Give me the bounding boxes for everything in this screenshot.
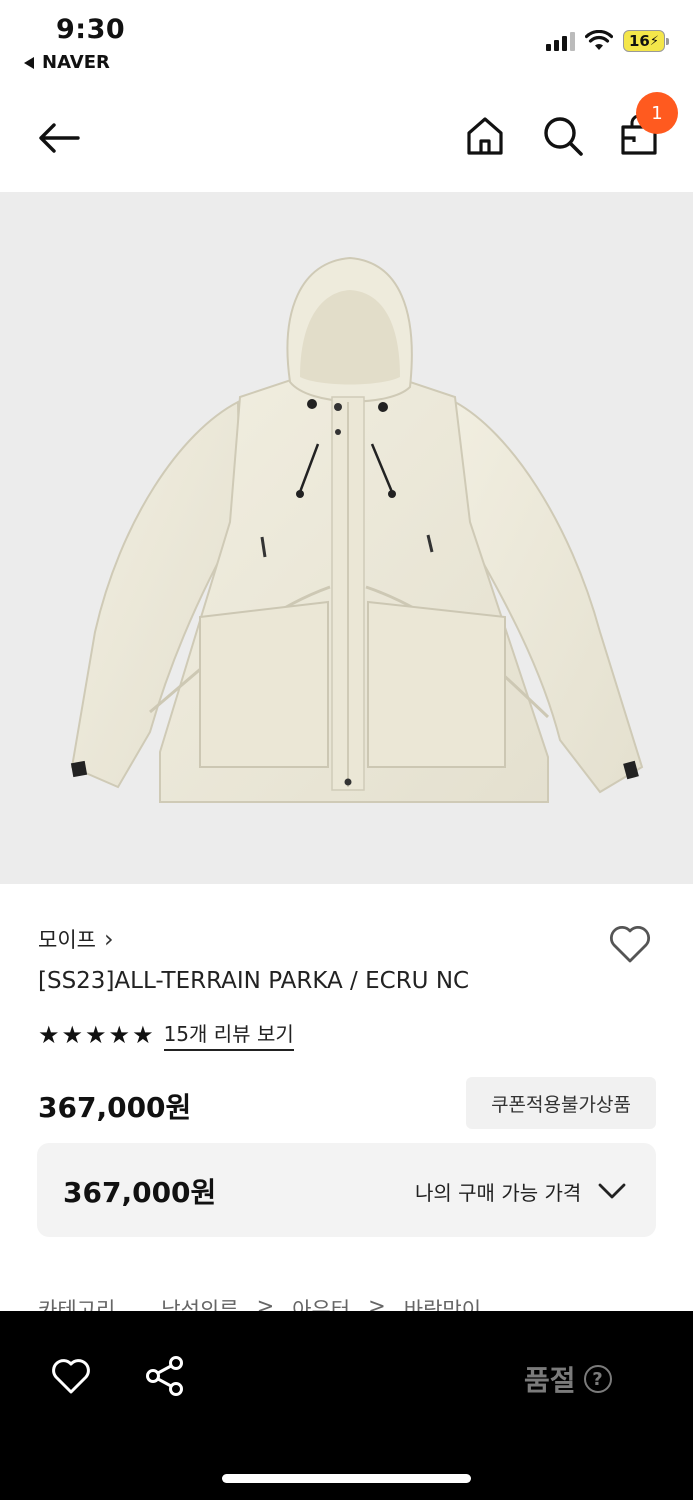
- my-price-value: 367,000원: [63, 1176, 217, 1209]
- arrow-left-icon[interactable]: [34, 113, 84, 163]
- category-item[interactable]: 남성의류: [161, 1296, 238, 1312]
- share-icon[interactable]: [142, 1353, 188, 1399]
- cart-count-badge: 1: [636, 92, 678, 134]
- home-icon[interactable]: [462, 113, 508, 159]
- status-time: 9:30: [56, 14, 126, 45]
- status-indicators: 16 ⚡: [546, 30, 669, 52]
- review-link[interactable]: 15개 리뷰 보기: [163, 1018, 294, 1051]
- battery-icon: 16 ⚡: [623, 30, 669, 52]
- category-label: 카테고리: [38, 1298, 116, 1312]
- category-item[interactable]: 바람막이: [404, 1296, 481, 1312]
- top-navigation: [0, 95, 693, 180]
- soldout-label: 품절: [524, 1364, 576, 1397]
- soldout-status: 품절 ?: [524, 1359, 612, 1399]
- status-bar: 9:30 NAVER 16 ⚡: [0, 0, 693, 90]
- help-icon[interactable]: ?: [583, 1365, 612, 1393]
- star-icon: ★: [61, 1020, 84, 1049]
- category-breadcrumb: 카테고리 남성의류 > 아우터 > 바람막이: [38, 1296, 481, 1312]
- product-price: 367,000원: [38, 1091, 192, 1124]
- chevron-right-icon: ›: [103, 925, 114, 953]
- parka-jacket-image: [70, 256, 644, 803]
- my-price-label: 나의 구매 가능 가격: [415, 1181, 582, 1205]
- heart-outline-icon[interactable]: [48, 1353, 94, 1399]
- home-indicator: [222, 1474, 471, 1483]
- bottom-action-bar: 품절 ?: [0, 1311, 693, 1500]
- product-image[interactable]: [0, 192, 693, 884]
- star-icon: ★: [108, 1020, 131, 1049]
- wifi-icon: [585, 30, 613, 50]
- rating-stars: ★ ★ ★ ★ ★: [38, 1023, 154, 1047]
- back-to-app-link[interactable]: NAVER: [24, 52, 110, 73]
- back-app-label: NAVER: [42, 52, 110, 73]
- breadcrumb-separator: >: [368, 1296, 386, 1312]
- star-icon: ★: [132, 1020, 154, 1049]
- coupon-status-chip: 쿠폰적용불가상품: [466, 1077, 656, 1129]
- chevron-down-icon: [598, 1183, 626, 1199]
- brand-name: 모이프: [38, 928, 96, 952]
- brand-link[interactable]: 모이프 ›: [38, 924, 114, 954]
- signal-icon: [546, 31, 575, 51]
- product-title: [SS23]ALL-TERRAIN PARKA / ECRU NC: [38, 968, 470, 994]
- battery-level: 16: [628, 32, 650, 50]
- heart-outline-icon[interactable]: [606, 920, 654, 968]
- star-icon: ★: [85, 1020, 107, 1049]
- search-icon[interactable]: [540, 113, 586, 159]
- category-item[interactable]: 아우터: [292, 1296, 350, 1312]
- back-triangle-icon: [24, 56, 34, 69]
- my-price-dropdown[interactable]: 367,000원 나의 구매 가능 가격: [37, 1143, 656, 1237]
- star-icon: ★: [38, 1020, 60, 1049]
- rating-row: ★ ★ ★ ★ ★ 15개 리뷰 보기: [38, 1018, 294, 1051]
- breadcrumb-separator: >: [256, 1296, 275, 1312]
